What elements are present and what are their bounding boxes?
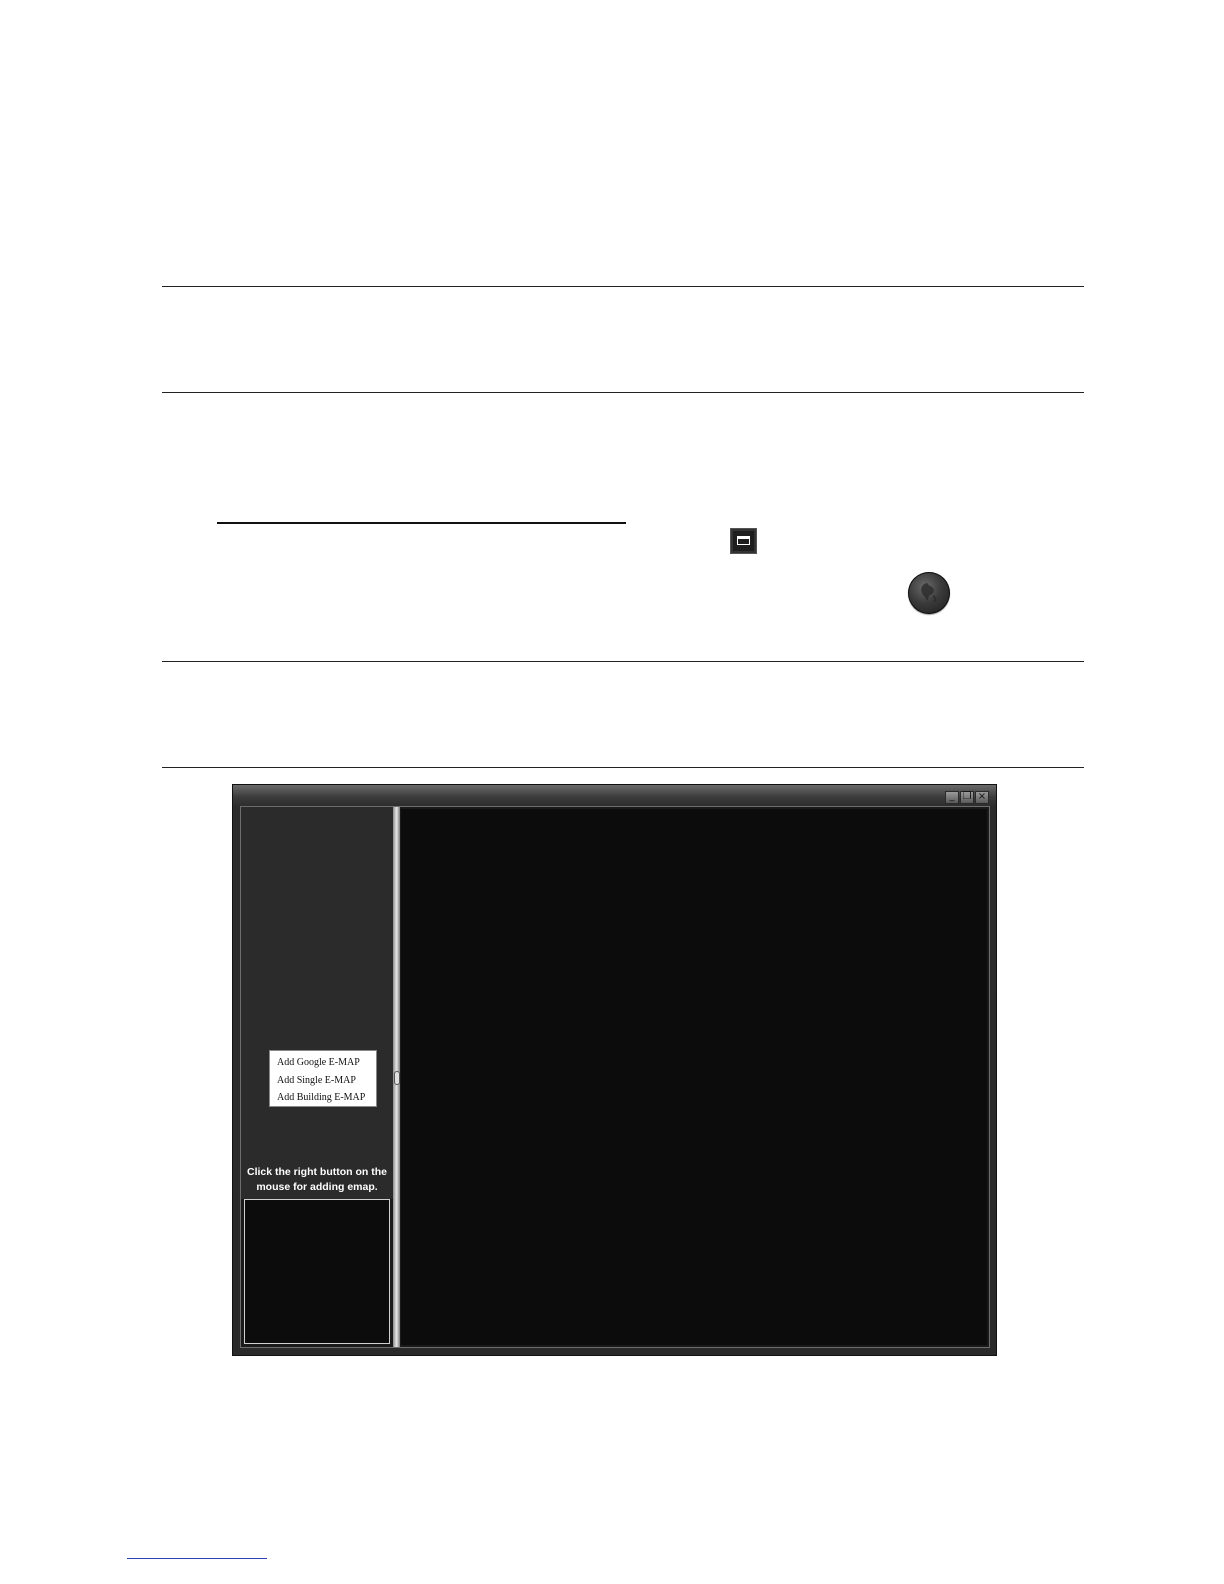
section-divider [162, 392, 1084, 393]
emap-globe-icon [908, 572, 950, 614]
menu-item-add-google-emap[interactable]: Add Google E-MAP [277, 1054, 376, 1072]
hint-line-1: Click the right button on the [247, 1166, 387, 1178]
hint-line-2: mouse for adding emap. [256, 1181, 378, 1193]
hint-text: Click the right button on the mouse for … [241, 1165, 393, 1195]
splitter-handle[interactable] [394, 1071, 400, 1085]
heading-underline [217, 522, 626, 524]
preview-pane [244, 1199, 390, 1344]
emap-tree-panel[interactable]: Add Google E-MAP Add Single E-MAP Add Bu… [241, 807, 393, 1199]
close-icon[interactable]: × [975, 791, 989, 804]
window-icon [730, 528, 757, 554]
title-bar[interactable]: _ ❐ × [233, 785, 996, 807]
section-divider [162, 661, 1084, 662]
emap-window: _ ❐ × Add Google E-MAP Add Single E-MAP … [232, 784, 997, 1356]
footer-link-underline [127, 1558, 267, 1559]
window-controls: _ ❐ × [944, 791, 989, 804]
minimize-icon[interactable]: _ [945, 791, 959, 804]
map-view-area[interactable] [401, 809, 987, 1345]
section-divider-top [162, 286, 1084, 287]
context-menu: Add Google E-MAP Add Single E-MAP Add Bu… [269, 1050, 377, 1107]
restore-icon[interactable]: ❐ [960, 791, 974, 804]
menu-item-add-building-emap[interactable]: Add Building E-MAP [277, 1089, 376, 1107]
section-divider [162, 767, 1084, 768]
menu-item-add-single-emap[interactable]: Add Single E-MAP [277, 1072, 376, 1090]
window-body: Add Google E-MAP Add Single E-MAP Add Bu… [241, 807, 989, 1347]
